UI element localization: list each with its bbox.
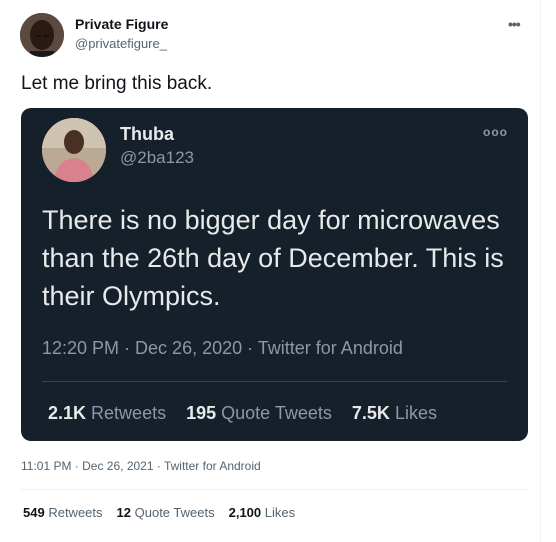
- quoted-likes-count: 7.5K: [351, 403, 390, 423]
- retweets-count: 549: [23, 505, 45, 520]
- quoted-author-handle[interactable]: @2ba123: [120, 148, 194, 168]
- quotes-count: 12: [116, 505, 131, 520]
- likes-count: 2,100: [228, 505, 262, 520]
- author-avatar[interactable]: [20, 13, 64, 57]
- author-name[interactable]: Private Figure: [75, 16, 168, 32]
- retweets-label: Retweets: [48, 505, 103, 520]
- tweet-text: Let me bring this back.: [21, 73, 213, 94]
- quoted-retweets-label: Retweets: [91, 403, 167, 423]
- quoted-likes-stat[interactable]: 7.5K Likes: [352, 403, 437, 424]
- quoted-quotes-label: Quote Tweets: [221, 403, 332, 423]
- quotes-stat[interactable]: 12 Quote Tweets: [117, 505, 215, 520]
- quoted-author-avatar[interactable]: [42, 118, 106, 182]
- quoted-likes-label: Likes: [394, 403, 437, 423]
- quoted-retweets-stat[interactable]: 2.1K Retweets: [48, 403, 166, 424]
- quoted-retweets-count: 2.1K: [48, 403, 87, 423]
- more-horizontal-icon[interactable]: •••: [508, 16, 521, 32]
- tweet-stats: 549 Retweets 12 Quote Tweets 2,100 Likes: [23, 505, 309, 520]
- quoted-quotes-count: 195: [186, 403, 217, 423]
- stats-divider: [21, 489, 528, 490]
- quoted-tweet-text: There is no bigger day for microwaves th…: [42, 205, 504, 311]
- likes-label: Likes: [264, 505, 296, 520]
- quoted-divider: [42, 381, 507, 382]
- quoted-tweet-card[interactable]: Thuba @2ba123 ooo There is no bigger day…: [21, 108, 528, 441]
- quoted-stats: 2.1K Retweets 195 Quote Tweets 7.5K Likes: [48, 403, 457, 424]
- quotes-label: Quote Tweets: [134, 505, 215, 520]
- author-handle[interactable]: @privatefigure_: [75, 36, 167, 51]
- quoted-quotes-stat[interactable]: 195 Quote Tweets: [186, 403, 332, 424]
- quoted-author-name[interactable]: Thuba: [120, 124, 174, 145]
- tweet-timestamp[interactable]: 11:01 PM · Dec 26, 2021 · Twitter for An…: [21, 459, 261, 473]
- quoted-timestamp[interactable]: 12:20 PM · Dec 26, 2020 · Twitter for An…: [42, 338, 403, 359]
- more-circle-icon[interactable]: ooo: [483, 125, 508, 139]
- retweets-stat[interactable]: 549 Retweets: [23, 505, 103, 520]
- likes-stat[interactable]: 2,100 Likes: [229, 505, 296, 520]
- timeline-border: [540, 0, 541, 542]
